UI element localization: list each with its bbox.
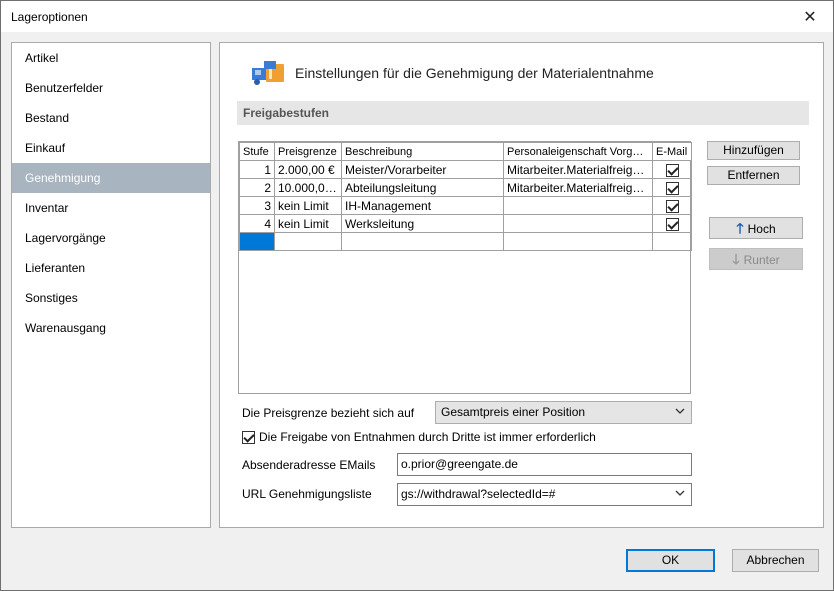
cell-beschreibung[interactable]: Meister/Vorarbeiter <box>341 160 504 179</box>
cell-beschreibung[interactable]: Werksleitung <box>341 214 504 233</box>
truck-icon <box>252 61 284 85</box>
cell-personaleigenschaft[interactable]: Mitarbeiter.Materialfreigabe <box>503 160 653 179</box>
ok-button[interactable]: OK <box>626 549 715 572</box>
cell-stufe[interactable]: 3 <box>239 196 275 215</box>
move-down-label: Runter <box>743 253 780 267</box>
window-title: Lageroptionen <box>11 10 88 24</box>
page-title: Einstellungen für die Genehmigung der Ma… <box>295 65 654 81</box>
third-party-checkbox[interactable] <box>242 430 255 444</box>
new-row-indicator[interactable] <box>239 232 275 251</box>
arrow-down-icon: 🡓 <box>732 251 740 267</box>
cell-preisgrenze[interactable]: 10.000,00 € <box>274 178 342 197</box>
sidebar-item-warenausgang[interactable]: Warenausgang <box>12 313 210 343</box>
cell-beschreibung[interactable] <box>341 232 504 251</box>
cell-email[interactable] <box>652 160 692 179</box>
cell-email[interactable] <box>652 232 692 251</box>
approval-url-value: gs://withdrawal?selectedId=# <box>401 487 556 501</box>
column-header-beschreibung[interactable]: Beschreibung <box>341 142 504 161</box>
cell-personaleigenschaft[interactable] <box>503 196 653 215</box>
settings-panel: Einstellungen für die Genehmigung der Ma… <box>219 42 824 528</box>
sidebar-item-artikel[interactable]: Artikel <box>12 43 210 73</box>
sidebar-item-benutzerfelder[interactable]: Benutzerfelder <box>12 73 210 103</box>
table-row[interactable]: 1 2.000,00 € Meister/Vorarbeiter Mitarbe… <box>239 160 692 179</box>
sidebar-item-genehmigung[interactable]: Genehmigung <box>12 163 210 193</box>
cell-preisgrenze[interactable]: kein Limit <box>274 196 342 215</box>
sidebar-item-einkauf[interactable]: Einkauf <box>12 133 210 163</box>
price-basis-label: Die Preisgrenze bezieht sich auf <box>242 406 415 420</box>
cell-beschreibung[interactable]: Abteilungsleitung <box>341 178 504 197</box>
cell-stufe[interactable]: 2 <box>239 178 275 197</box>
title-bar: Lageroptionen ✕ <box>1 1 833 32</box>
section-header-freigabestufen: Freigabestufen <box>237 101 809 125</box>
chevron-down-icon[interactable] <box>675 488 685 498</box>
cell-email[interactable] <box>652 196 692 215</box>
column-header-stufe[interactable]: Stufe <box>239 142 275 161</box>
email-checkbox[interactable] <box>665 163 679 177</box>
sidebar-item-sonstiges[interactable]: Sonstiges <box>12 283 210 313</box>
sidebar-item-lieferanten[interactable]: Lieferanten <box>12 253 210 283</box>
email-checkbox[interactable] <box>665 199 679 213</box>
close-icon[interactable]: ✕ <box>787 1 833 32</box>
sender-address-label: Absenderadresse EMails <box>242 458 376 472</box>
approval-url-label: URL Genehmigungsliste <box>242 487 372 501</box>
table-row[interactable]: 3 kein Limit IH-Management <box>239 196 692 215</box>
cell-preisgrenze[interactable]: kein Limit <box>274 214 342 233</box>
sidebar-item-inventar[interactable]: Inventar <box>12 193 210 223</box>
chevron-down-icon <box>675 408 685 414</box>
email-checkbox[interactable] <box>665 181 679 195</box>
cell-email[interactable] <box>652 178 692 197</box>
cell-stufe[interactable]: 1 <box>239 160 275 179</box>
grid-header-row: Stufe Preisgrenze Beschreibung Personale… <box>239 142 692 161</box>
approval-url-combo[interactable]: gs://withdrawal?selectedId=# <box>397 483 692 506</box>
new-row[interactable] <box>239 232 692 251</box>
column-header-personaleigenschaft[interactable]: Personaleigenschaft Vorgabe <box>503 142 653 161</box>
options-dialog: Lageroptionen ✕ Artikel Benutzerfelder B… <box>0 0 834 591</box>
sidebar-item-lagervorgaenge[interactable]: Lagervorgänge <box>12 223 210 253</box>
sender-address-input[interactable]: o.prior@greengate.de <box>397 453 692 476</box>
move-up-button[interactable]: 🡑 Hoch <box>709 217 803 239</box>
price-basis-select[interactable]: Gesamtpreis einer Position <box>435 401 692 424</box>
cell-preisgrenze[interactable]: 2.000,00 € <box>274 160 342 179</box>
price-basis-value: Gesamtpreis einer Position <box>441 405 586 419</box>
cell-personaleigenschaft[interactable] <box>503 214 653 233</box>
cell-stufe[interactable]: 4 <box>239 214 275 233</box>
move-down-button[interactable]: 🡓 Runter <box>709 248 803 270</box>
cell-beschreibung[interactable]: IH-Management <box>341 196 504 215</box>
arrow-up-icon: 🡑 <box>736 220 744 236</box>
column-header-preisgrenze[interactable]: Preisgrenze <box>274 142 342 161</box>
remove-button[interactable]: Entfernen <box>707 166 800 185</box>
add-button[interactable]: Hinzufügen <box>707 141 800 160</box>
cell-email[interactable] <box>652 214 692 233</box>
table-row[interactable]: 4 kein Limit Werksleitung <box>239 214 692 233</box>
email-checkbox[interactable] <box>665 217 679 231</box>
third-party-option[interactable]: Die Freigabe von Entnahmen durch Dritte … <box>242 430 596 444</box>
cell-preisgrenze[interactable] <box>274 232 342 251</box>
approval-levels-grid[interactable]: Stufe Preisgrenze Beschreibung Personale… <box>238 141 692 394</box>
cell-personaleigenschaft[interactable]: Mitarbeiter.Materialfreigabe <box>503 178 653 197</box>
table-row[interactable]: 2 10.000,00 € Abteilungsleitung Mitarbei… <box>239 178 692 197</box>
move-up-label: Hoch <box>747 222 776 236</box>
column-header-email[interactable]: E-Mail <box>652 142 692 161</box>
cancel-button[interactable]: Abbrechen <box>732 549 819 572</box>
third-party-label: Die Freigabe von Entnahmen durch Dritte … <box>259 430 596 444</box>
sidebar-item-bestand[interactable]: Bestand <box>12 103 210 133</box>
options-sidebar: Artikel Benutzerfelder Bestand Einkauf G… <box>11 42 211 528</box>
cell-personaleigenschaft[interactable] <box>503 232 653 251</box>
